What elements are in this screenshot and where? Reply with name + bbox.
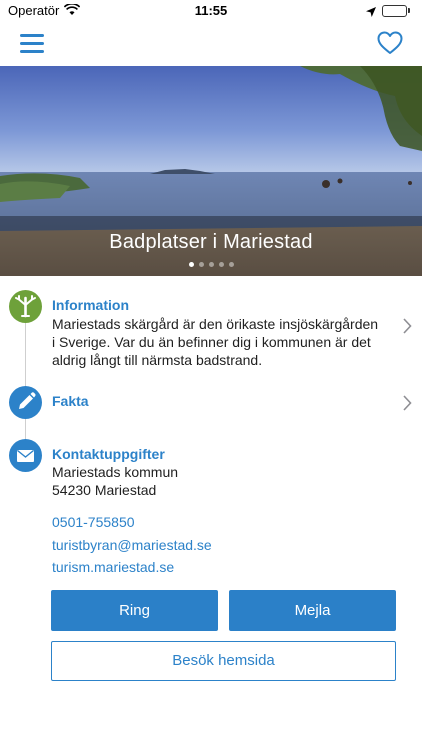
information-text-line: i Sverige. Var du än befinner dig i komm… [52,334,371,350]
status-bar: Operatör 11:55 [0,0,422,22]
battery-icon [382,5,407,17]
website-link[interactable]: turism.mariestad.se [52,559,174,575]
envelope-icon [9,439,42,472]
page-dot[interactable] [198,262,204,267]
information-text-line: Mariestads skärgård är den örikaste insj… [52,316,379,332]
email-link[interactable]: turistbyran@mariestad.se [52,537,212,553]
information-title: Information [52,297,129,313]
mail-button[interactable]: Mejla [229,590,396,631]
information-text-line: aldrig långt till närmsta badstrand. [52,352,263,368]
information-row[interactable]: Information Mariestads skärgård är den ö… [0,288,422,368]
page-indicator [0,262,422,267]
tree-icon [9,290,42,323]
phone-link[interactable]: 0501-755850 [52,514,135,530]
call-button[interactable]: Ring [51,590,218,631]
page-dot[interactable] [188,262,194,267]
page-dot[interactable] [208,262,214,267]
contact-name: Mariestads kommun [52,464,179,480]
nav-bar [0,22,422,66]
hero-image[interactable]: Badplatser i Mariestad [0,66,422,276]
chevron-right-icon[interactable] [402,395,412,411]
visit-website-button[interactable]: Besök hemsida [51,641,396,681]
chevron-right-icon[interactable] [402,318,412,334]
battery-tip [408,8,410,13]
information-text: Mariestads skärgård är den örikaste insj… [52,315,378,369]
fakta-row[interactable]: Fakta [0,382,422,422]
hamburger-menu-icon[interactable] [20,34,44,54]
clock: 11:55 [194,3,228,18]
heart-icon[interactable] [377,31,403,55]
contact-address: 54230 Mariestad [52,482,157,498]
pencil-icon [9,386,42,419]
location-arrow-icon [366,5,376,20]
page-dot[interactable] [218,262,224,267]
fakta-title: Fakta [52,393,89,409]
page-dot[interactable] [228,262,234,267]
hero-title: Badplatser i Mariestad [109,231,313,253]
contact-title: Kontaktuppgifter [52,446,165,462]
